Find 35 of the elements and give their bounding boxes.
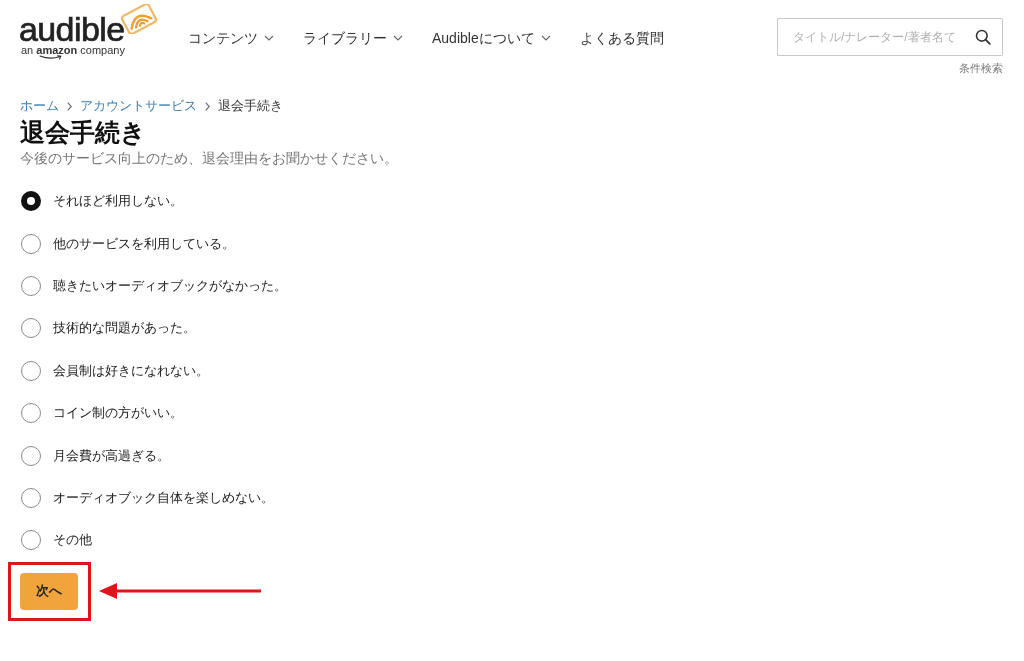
radio-label[interactable]: それほど利用しない。 — [53, 192, 183, 211]
nav-menu-item[interactable]: ライブラリー — [303, 28, 403, 48]
nav-menu-item[interactable]: よくある質問 — [579, 28, 664, 48]
nav-menu-item[interactable]: コンテンツ — [188, 28, 274, 48]
radio-label[interactable]: 技術的な問題があった。 — [53, 319, 196, 338]
radio-button[interactable] — [21, 530, 41, 551]
radio-label[interactable]: オーディオブック自体を楽しめない。 — [53, 488, 274, 507]
page-title: 退会手続き — [20, 117, 147, 147]
radio-button[interactable] — [21, 275, 41, 296]
page-subtitle: 今後のサービス向上のため、退会理由をお聞かせください。 — [20, 150, 399, 168]
advanced-search-link[interactable]: 条件検索 — [959, 61, 1003, 75]
radio-label[interactable]: 会員制は好きになれない。 — [53, 361, 209, 380]
breadcrumb-link[interactable]: ホーム — [20, 97, 59, 115]
radio-label[interactable]: 月会費が高過ぎる。 — [53, 446, 170, 465]
breadcrumb-current: 退会手続き — [218, 97, 283, 115]
radio-button[interactable] — [21, 360, 41, 381]
nav-menu-item[interactable]: Audibleについて — [432, 28, 551, 48]
radio-button[interactable] — [21, 445, 41, 466]
radio-button[interactable] — [21, 233, 41, 254]
logo-wordmark[interactable]: audible — [19, 12, 125, 46]
radio-label[interactable]: 聴きたいオーディオブックがなかった。 — [53, 276, 287, 295]
chevron-right-icon — [67, 101, 72, 111]
radio-button[interactable] — [21, 191, 41, 212]
breadcrumb-link[interactable]: アカウントサービス — [80, 97, 197, 115]
radio-button[interactable] — [21, 487, 41, 508]
next-button[interactable]: 次へ — [20, 572, 78, 610]
smile-arrow-icon — [39, 55, 63, 60]
radio-label[interactable]: その他 — [53, 531, 92, 550]
radio-label[interactable]: コイン制の方がいい。 — [53, 404, 183, 423]
radio-button[interactable] — [21, 318, 41, 339]
radio-button[interactable] — [21, 403, 41, 424]
radio-label[interactable]: 他のサービスを利用している。 — [53, 234, 235, 253]
chevron-right-icon — [205, 101, 210, 111]
left-arrow-icon — [99, 583, 261, 599]
logo-tagline: an amazon company — [21, 44, 125, 57]
